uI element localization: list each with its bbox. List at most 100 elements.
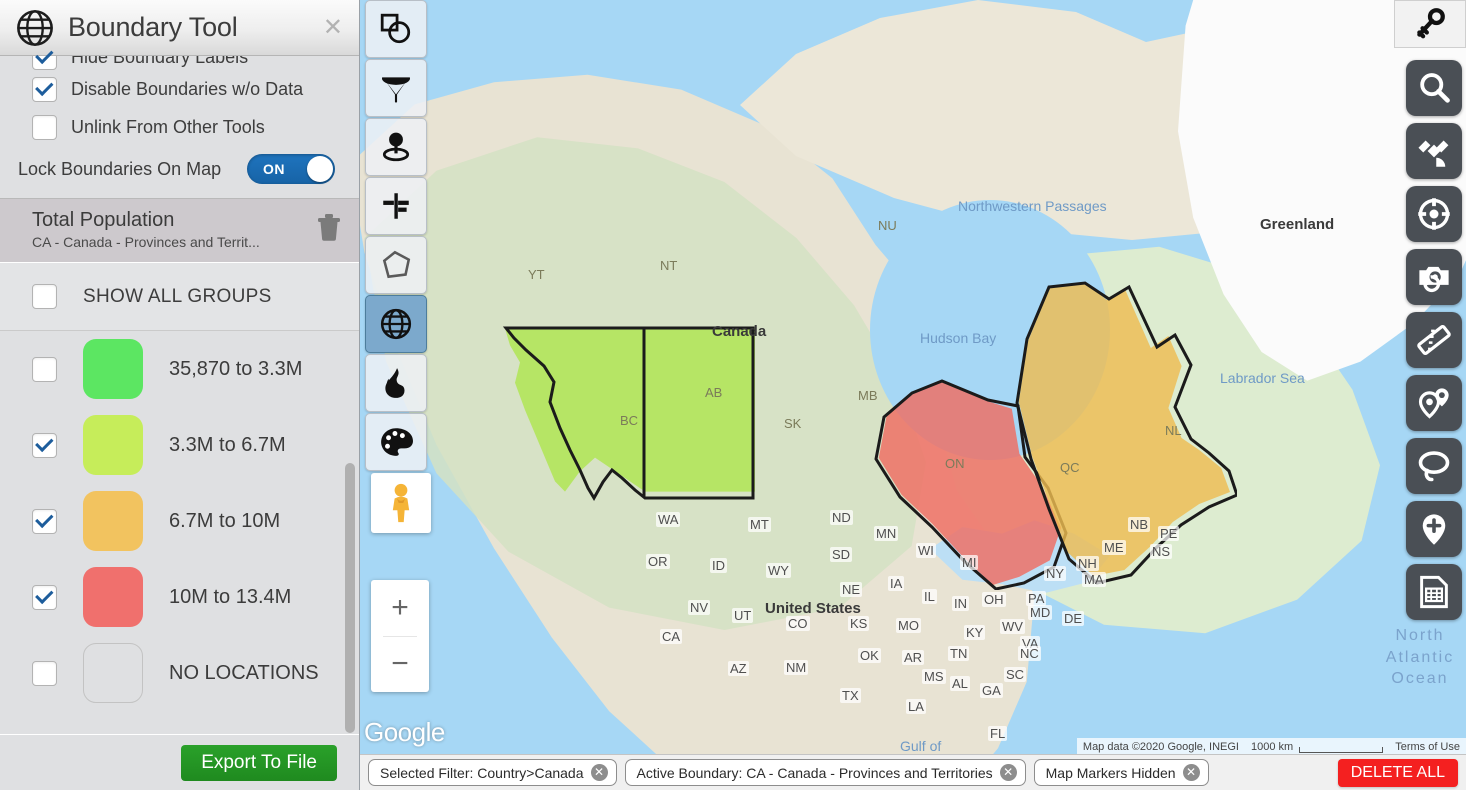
- map-canvas[interactable]: CanadaUnited StatesGreenland Baffin BayN…: [360, 0, 1466, 790]
- add-pin-icon: [1422, 514, 1446, 545]
- group-color-swatch: [83, 415, 143, 475]
- palette-icon: [381, 428, 413, 456]
- group-label: 3.3M to 6.7M: [169, 433, 286, 456]
- group-row[interactable]: 6.7M to 10M: [0, 483, 359, 559]
- filter-chip[interactable]: Active Boundary: CA - Canada - Provinces…: [624, 759, 1026, 786]
- tool-button-markers-icon[interactable]: [1406, 375, 1462, 431]
- tool-button-polygon-icon[interactable]: [365, 236, 427, 294]
- tool-button-spreadsheet-icon[interactable]: [1406, 564, 1462, 620]
- group-row[interactable]: NO LOCATIONS: [0, 635, 359, 711]
- globe-icon: [380, 308, 412, 340]
- map-label: NU: [878, 218, 897, 233]
- group-color-swatch: [83, 643, 143, 703]
- export-to-file-button[interactable]: Export To File: [181, 744, 337, 781]
- show-all-groups-row[interactable]: SHOW ALL GROUPS: [0, 263, 359, 331]
- tool-button-satellite-icon[interactable]: [1406, 123, 1462, 179]
- key-button[interactable]: [1394, 0, 1466, 48]
- group-color-swatch: [83, 567, 143, 627]
- map-right-rail[interactable]: [1396, 60, 1462, 620]
- lock-boundaries-toggle[interactable]: ON: [247, 154, 335, 184]
- layer-name: Total Population: [32, 209, 175, 231]
- group-row[interactable]: 35,870 to 3.3M: [0, 331, 359, 407]
- filter-chip-label: Selected Filter: Country>Canada: [380, 764, 584, 781]
- group-checkbox[interactable]: [32, 356, 57, 382]
- tool-button-add-pin-icon[interactable]: [1406, 501, 1462, 557]
- lock-boundaries-row: Lock Boundaries On Map ON: [0, 146, 359, 192]
- street-view-pegman-button[interactable]: [371, 473, 431, 533]
- option-label: Disable Boundaries w/o Data: [71, 78, 304, 99]
- close-icon[interactable]: ✕: [999, 764, 1017, 781]
- ruler-icon: [1417, 324, 1451, 356]
- tool-button-globe-icon[interactable]: [365, 295, 427, 353]
- map-ocean-label: North Atlantic Ocean: [1385, 627, 1455, 688]
- option-checkbox[interactable]: [32, 76, 57, 102]
- tool-button-search-icon[interactable]: [1406, 60, 1462, 116]
- map-pin-icon: [382, 132, 410, 162]
- map-scale-bar: [1299, 746, 1384, 753]
- tool-button-ruler-icon[interactable]: [1406, 312, 1462, 368]
- status-bar: Selected Filter: Country>Canada ✕ Active B…: [360, 754, 1466, 790]
- search-icon: [1420, 73, 1450, 103]
- tool-button-layers-icon[interactable]: [365, 0, 427, 58]
- lock-boundaries-label: Lock Boundaries On Map: [18, 158, 222, 179]
- group-color-swatch: [83, 339, 143, 399]
- map-scale-label: 1000 km: [1251, 741, 1294, 753]
- route-icon: [383, 193, 409, 219]
- boundary-tool-panel: Boundary Tool ✕ Hide Boundary Labels Disa…: [0, 0, 360, 790]
- tool-button-map-pin-icon[interactable]: [365, 118, 427, 176]
- option-row[interactable]: Unlink From Other Tools: [0, 108, 359, 146]
- show-all-groups-label: SHOW ALL GROUPS: [83, 285, 272, 307]
- group-list-scrollbar[interactable]: [345, 463, 355, 733]
- close-icon[interactable]: ✕: [1182, 764, 1200, 781]
- key-icon: [1417, 8, 1445, 39]
- tool-button-filter-icon[interactable]: [365, 59, 427, 117]
- panel-title: Boundary Tool: [68, 12, 238, 42]
- camera-refresh-icon: [1419, 266, 1449, 293]
- map-tool-rail[interactable]: [365, 0, 427, 471]
- tool-button-palette-icon[interactable]: [365, 413, 427, 471]
- group-row[interactable]: 10M to 13.4M: [0, 559, 359, 635]
- group-checkbox[interactable]: [32, 508, 57, 534]
- group-color-swatch: [83, 491, 143, 551]
- satellite-icon: [1418, 140, 1449, 167]
- spreadsheet-icon: [1420, 575, 1448, 609]
- option-row[interactable]: Disable Boundaries w/o Data: [0, 70, 359, 108]
- markers-icon: [1418, 388, 1449, 419]
- layer-subtitle: CA - Canada - Provinces and Territ...: [32, 234, 260, 250]
- polygon-icon: [382, 250, 411, 279]
- filter-chip[interactable]: Selected Filter: Country>Canada ✕: [368, 759, 617, 786]
- group-checkbox[interactable]: [32, 660, 57, 686]
- option-checkbox[interactable]: [32, 114, 57, 140]
- google-watermark: Google: [364, 717, 445, 747]
- zoom-out-button[interactable]: −: [371, 637, 429, 693]
- group-checkbox[interactable]: [32, 432, 57, 458]
- map-zoom-control[interactable]: + −: [371, 580, 429, 692]
- tool-button-heatmap-icon[interactable]: [365, 354, 427, 412]
- tool-button-crosshair-icon[interactable]: [1406, 186, 1462, 242]
- panel-options: Hide Boundary Labels Disable Boundaries w…: [0, 44, 359, 198]
- street-view-pegman-icon: [392, 483, 410, 523]
- close-icon[interactable]: ✕: [590, 764, 608, 781]
- filter-chip-label: Active Boundary: CA - Canada - Provinces…: [636, 764, 993, 781]
- group-list[interactable]: SHOW ALL GROUPS 35,870 to 3.3M 3.3M to 6.…: [0, 263, 359, 734]
- delete-layer-button[interactable]: [315, 212, 343, 247]
- group-label: 10M to 13.4M: [169, 585, 292, 608]
- group-checkbox[interactable]: [32, 584, 57, 610]
- toggle-state-label: ON: [263, 161, 285, 177]
- map-label: DE: [1062, 611, 1085, 626]
- tool-button-route-icon[interactable]: [365, 177, 427, 235]
- heatmap-icon: [385, 368, 405, 398]
- tool-button-lasso-icon[interactable]: [1406, 438, 1462, 494]
- delete-all-button[interactable]: DELETE ALL: [1337, 758, 1458, 787]
- group-label: 6.7M to 10M: [169, 509, 281, 532]
- filter-icon: [381, 77, 411, 103]
- show-all-groups-checkbox[interactable]: [32, 284, 57, 309]
- filter-chip[interactable]: Map Markers Hidden ✕: [1033, 759, 1209, 786]
- crosshair-icon: [1418, 198, 1450, 230]
- filter-chip-label: Map Markers Hidden: [1045, 764, 1176, 781]
- option-label: Unlink From Other Tools: [71, 116, 265, 137]
- zoom-in-button[interactable]: +: [371, 580, 429, 636]
- close-icon[interactable]: ✕: [323, 15, 343, 40]
- group-row[interactable]: 3.3M to 6.7M: [0, 407, 359, 483]
- tool-button-camera-refresh-icon[interactable]: [1406, 249, 1462, 305]
